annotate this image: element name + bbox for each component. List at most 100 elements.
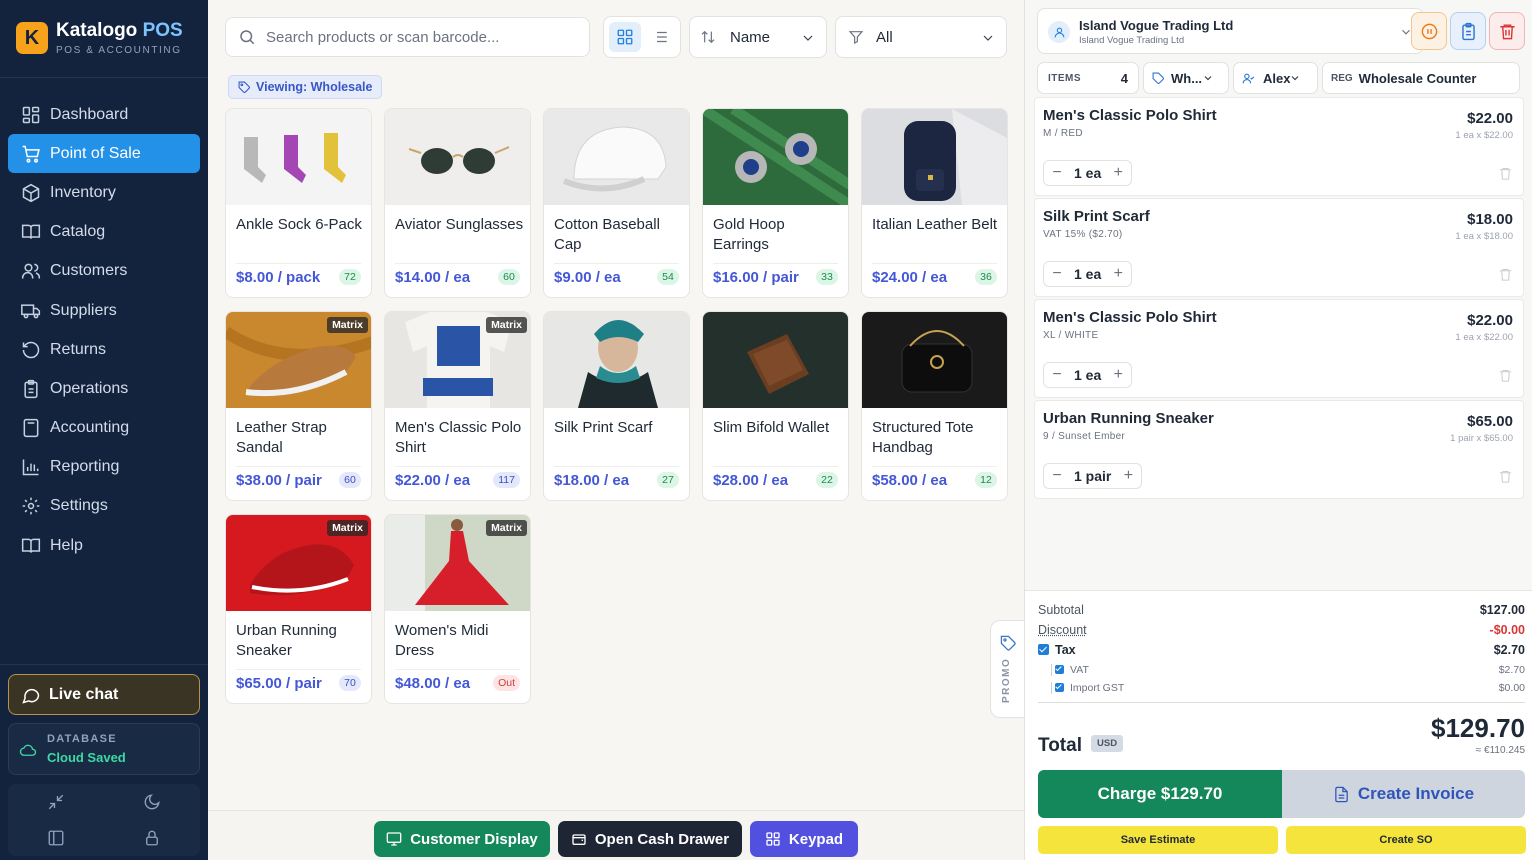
sidebar-item-label: Accounting bbox=[50, 419, 130, 437]
salesperson-select[interactable]: Alex bbox=[1233, 62, 1318, 94]
promo-tab[interactable]: PROMO bbox=[990, 620, 1024, 718]
sidebar-item-inventory[interactable]: Inventory bbox=[8, 173, 200, 212]
sidebar-item-accounting[interactable]: Accounting bbox=[8, 409, 200, 448]
sidebar-item-label: Returns bbox=[50, 340, 107, 358]
tag-icon bbox=[1152, 72, 1164, 84]
product-card[interactable]: Matrix Leather Strap Sandal $38.00 / pai… bbox=[225, 311, 372, 501]
product-card[interactable]: Structured Tote Handbag $58.00 / ea 12 bbox=[861, 311, 1008, 501]
sort-select[interactable]: Name bbox=[689, 16, 827, 58]
product-card[interactable]: Gold Hoop Earrings $16.00 / pair 33 bbox=[702, 108, 849, 298]
remove-line-button[interactable] bbox=[1498, 166, 1513, 186]
product-card[interactable]: Slim Bifold Wallet $28.00 / ea 22 bbox=[702, 311, 849, 501]
customer-display-button[interactable]: Customer Display bbox=[374, 821, 550, 857]
product-card[interactable]: Matrix Men's Classic Polo Shirt $22.00 /… bbox=[384, 311, 531, 501]
sidebar-item-catalog[interactable]: Catalog bbox=[8, 213, 200, 252]
quantity-value[interactable]: 1 ea bbox=[1070, 266, 1105, 282]
subtotal-value: $127.00 bbox=[1479, 603, 1525, 617]
sidebar-toggle-button[interactable] bbox=[8, 820, 104, 856]
product-card[interactable]: Silk Print Scarf $18.00 / ea 27 bbox=[543, 311, 690, 501]
product-name: Aviator Sunglasses bbox=[395, 216, 524, 233]
remove-line-button[interactable] bbox=[1498, 469, 1513, 489]
customer-select[interactable]: Island Vogue Trading Ltd Island Vogue Tr… bbox=[1037, 8, 1424, 54]
chat-icon bbox=[22, 688, 40, 704]
product-card[interactable]: Cotton Baseball Cap $9.00 / ea 54 bbox=[543, 108, 690, 298]
tax-checkbox[interactable] bbox=[1038, 644, 1049, 655]
increase-button[interactable]: + bbox=[1105, 265, 1131, 283]
search-input[interactable] bbox=[266, 28, 566, 46]
total-converted: ≈ €110.245 bbox=[1475, 745, 1525, 756]
live-chat-button[interactable]: Live chat bbox=[8, 674, 200, 715]
quantity-stepper: −1 pair + bbox=[1043, 463, 1143, 489]
product-image bbox=[544, 312, 689, 408]
sidebar-item-point-of-sale[interactable]: Point of Sale bbox=[8, 134, 200, 174]
product-price: $38.00 / pair bbox=[236, 472, 322, 489]
gear-icon bbox=[20, 495, 42, 517]
product-card[interactable]: Matrix Urban Running Sneaker $65.00 / pa… bbox=[225, 514, 372, 704]
sidebar-item-label: Settings bbox=[50, 497, 108, 515]
keypad-button[interactable]: Keypad bbox=[750, 821, 858, 857]
register-select[interactable]: REG Wholesale Counter bbox=[1322, 62, 1520, 94]
gst-value: $0.00 bbox=[1498, 682, 1525, 694]
product-card[interactable]: Ankle Sock 6-Pack $8.00 / pack 72 bbox=[225, 108, 372, 298]
cart-line: Silk Print Scarf VAT 15% ($2.70) $18.00 … bbox=[1034, 198, 1524, 297]
open-cash-drawer-button[interactable]: Open Cash Drawer bbox=[558, 821, 742, 857]
save-estimate-button[interactable]: Save Estimate bbox=[1038, 826, 1278, 854]
lock-button[interactable] bbox=[104, 820, 200, 856]
sidebar-item-returns[interactable]: Returns bbox=[8, 330, 200, 369]
sidebar-item-settings[interactable]: Settings bbox=[8, 487, 200, 526]
increase-button[interactable]: + bbox=[1115, 467, 1141, 485]
create-so-button[interactable]: Create SO bbox=[1286, 826, 1526, 854]
line-price: $65.00 bbox=[1467, 413, 1513, 430]
decrease-button[interactable]: − bbox=[1044, 164, 1070, 182]
sidebar-item-dashboard[interactable]: Dashboard bbox=[8, 95, 200, 134]
database-status: DATABASE Cloud Saved bbox=[8, 723, 200, 775]
cart-panel: Island Vogue Trading Ltd Island Vogue Tr… bbox=[1024, 0, 1532, 860]
list-view-button[interactable] bbox=[644, 22, 676, 52]
gst-checkbox[interactable] bbox=[1055, 683, 1064, 692]
quantity-stepper: −1 ea + bbox=[1043, 160, 1133, 186]
collapse-button[interactable] bbox=[8, 784, 104, 820]
product-card[interactable]: Aviator Sunglasses $14.00 / ea 60 bbox=[384, 108, 531, 298]
sidebar-item-suppliers[interactable]: Suppliers bbox=[8, 291, 200, 330]
product-price: $65.00 / pair bbox=[236, 675, 322, 692]
box-icon bbox=[20, 182, 42, 204]
increase-button[interactable]: + bbox=[1105, 164, 1131, 182]
discount-link[interactable]: Discount bbox=[1038, 623, 1087, 637]
held-sales-button[interactable] bbox=[1450, 12, 1486, 50]
increase-button[interactable]: + bbox=[1105, 366, 1131, 384]
decrease-button[interactable]: − bbox=[1044, 265, 1070, 283]
grid-view-button[interactable] bbox=[609, 22, 641, 52]
product-card[interactable]: Italian Leather Belt $24.00 / ea 36 bbox=[861, 108, 1008, 298]
vat-checkbox[interactable] bbox=[1055, 665, 1064, 674]
quantity-value[interactable]: 1 ea bbox=[1070, 165, 1105, 181]
quantity-value[interactable]: 1 ea bbox=[1070, 367, 1105, 383]
create-invoice-button[interactable]: Create Invoice bbox=[1282, 770, 1525, 818]
sidebar-item-operations[interactable]: Operations bbox=[8, 369, 200, 408]
remove-line-button[interactable] bbox=[1498, 267, 1513, 287]
promo-label: PROMO bbox=[1001, 657, 1012, 703]
price-tier-select[interactable]: Wh... bbox=[1143, 62, 1229, 94]
dark-mode-button[interactable] bbox=[104, 784, 200, 820]
clear-cart-button[interactable] bbox=[1489, 12, 1525, 50]
view-toggle bbox=[603, 16, 681, 58]
decrease-button[interactable]: − bbox=[1044, 467, 1070, 485]
brand: K Katalogo POS POS & ACCOUNTING bbox=[16, 20, 183, 56]
quantity-value[interactable]: 1 pair bbox=[1070, 468, 1115, 484]
filter-select[interactable]: All bbox=[835, 16, 1007, 58]
matrix-badge: Matrix bbox=[486, 317, 527, 333]
decrease-button[interactable]: − bbox=[1044, 366, 1070, 384]
search-box[interactable] bbox=[225, 17, 590, 57]
register-label: REG bbox=[1331, 72, 1353, 84]
hold-sale-button[interactable] bbox=[1411, 12, 1447, 50]
remove-line-button[interactable] bbox=[1498, 368, 1513, 388]
sidebar-item-customers[interactable]: Customers bbox=[8, 252, 200, 291]
tax-label: Tax bbox=[1055, 643, 1076, 657]
brand-subtitle: POS & ACCOUNTING bbox=[56, 45, 182, 56]
product-name: Leather Strap Sandal bbox=[236, 419, 327, 456]
trash-icon bbox=[1499, 268, 1512, 281]
sidebar-item-help[interactable]: Help bbox=[8, 526, 200, 565]
product-card[interactable]: Matrix Women's Midi Dress $48.00 / ea Ou… bbox=[384, 514, 531, 704]
gst-row: Import GST $0.00 bbox=[1051, 682, 1525, 694]
sidebar-item-reporting[interactable]: Reporting bbox=[8, 448, 200, 487]
charge-button[interactable]: Charge $129.70 bbox=[1038, 770, 1282, 818]
